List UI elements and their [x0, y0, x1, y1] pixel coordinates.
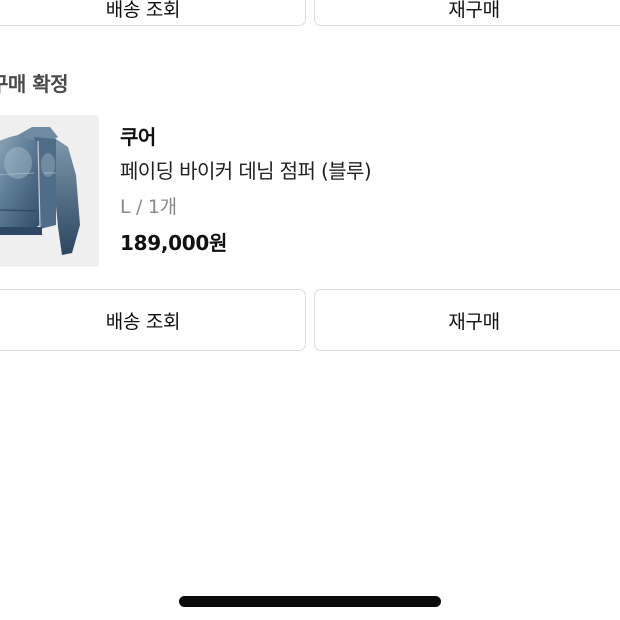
denim-jacket-icon — [0, 127, 80, 255]
product-name[interactable]: 페이딩 바이커 데님 점퍼 (블루) — [120, 155, 372, 191]
prev-track-delivery-label: 배송 조회 — [105, 0, 181, 21]
track-delivery-label: 배송 조회 — [105, 310, 181, 333]
product-price: 189,000원 — [120, 231, 228, 255]
prev-rebuy-label: 재구매 — [448, 0, 500, 21]
order-history-screen: 배송 조회 재구매 구매 확정 — [0, 0, 620, 620]
product-info: 쿠어 페이딩 바이커 데님 점퍼 (블루) L / 1개 189,000원 — [120, 121, 372, 256]
rebuy-label: 재구매 — [448, 310, 500, 333]
product-thumbnail[interactable] — [0, 115, 99, 267]
product-option: L / 1개 — [120, 196, 177, 218]
prev-track-delivery-button[interactable]: 배송 조회 — [0, 0, 306, 26]
track-delivery-button[interactable]: 배송 조회 — [0, 289, 306, 351]
prev-rebuy-button[interactable]: 재구매 — [314, 0, 620, 26]
home-indicator[interactable] — [179, 596, 441, 607]
order-status-title: 구매 확정 — [0, 72, 69, 96]
brand-name[interactable]: 쿠어 — [120, 121, 371, 153]
rebuy-button[interactable]: 재구매 — [314, 289, 620, 351]
